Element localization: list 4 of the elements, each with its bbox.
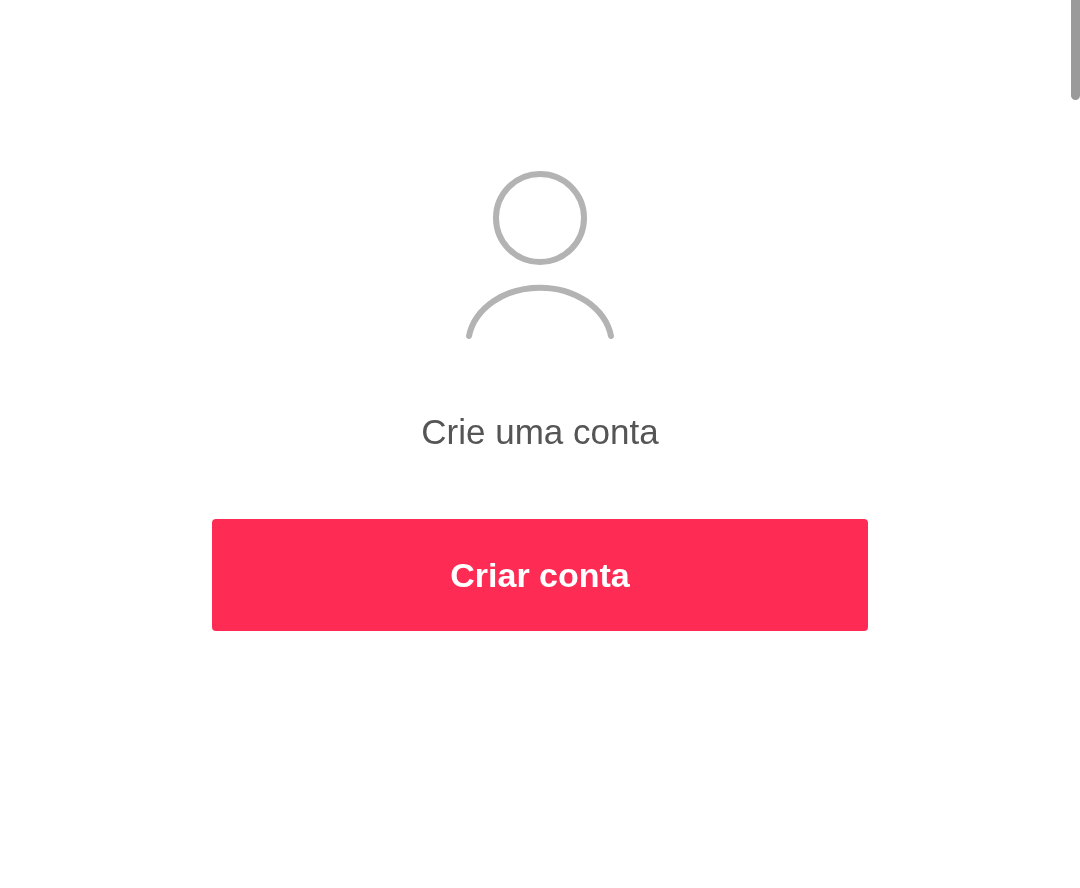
user-icon (464, 170, 616, 342)
scrollbar[interactable] (1071, 0, 1080, 100)
create-account-button[interactable]: Criar conta (212, 519, 868, 631)
create-account-message: Crie uma conta (421, 411, 659, 453)
